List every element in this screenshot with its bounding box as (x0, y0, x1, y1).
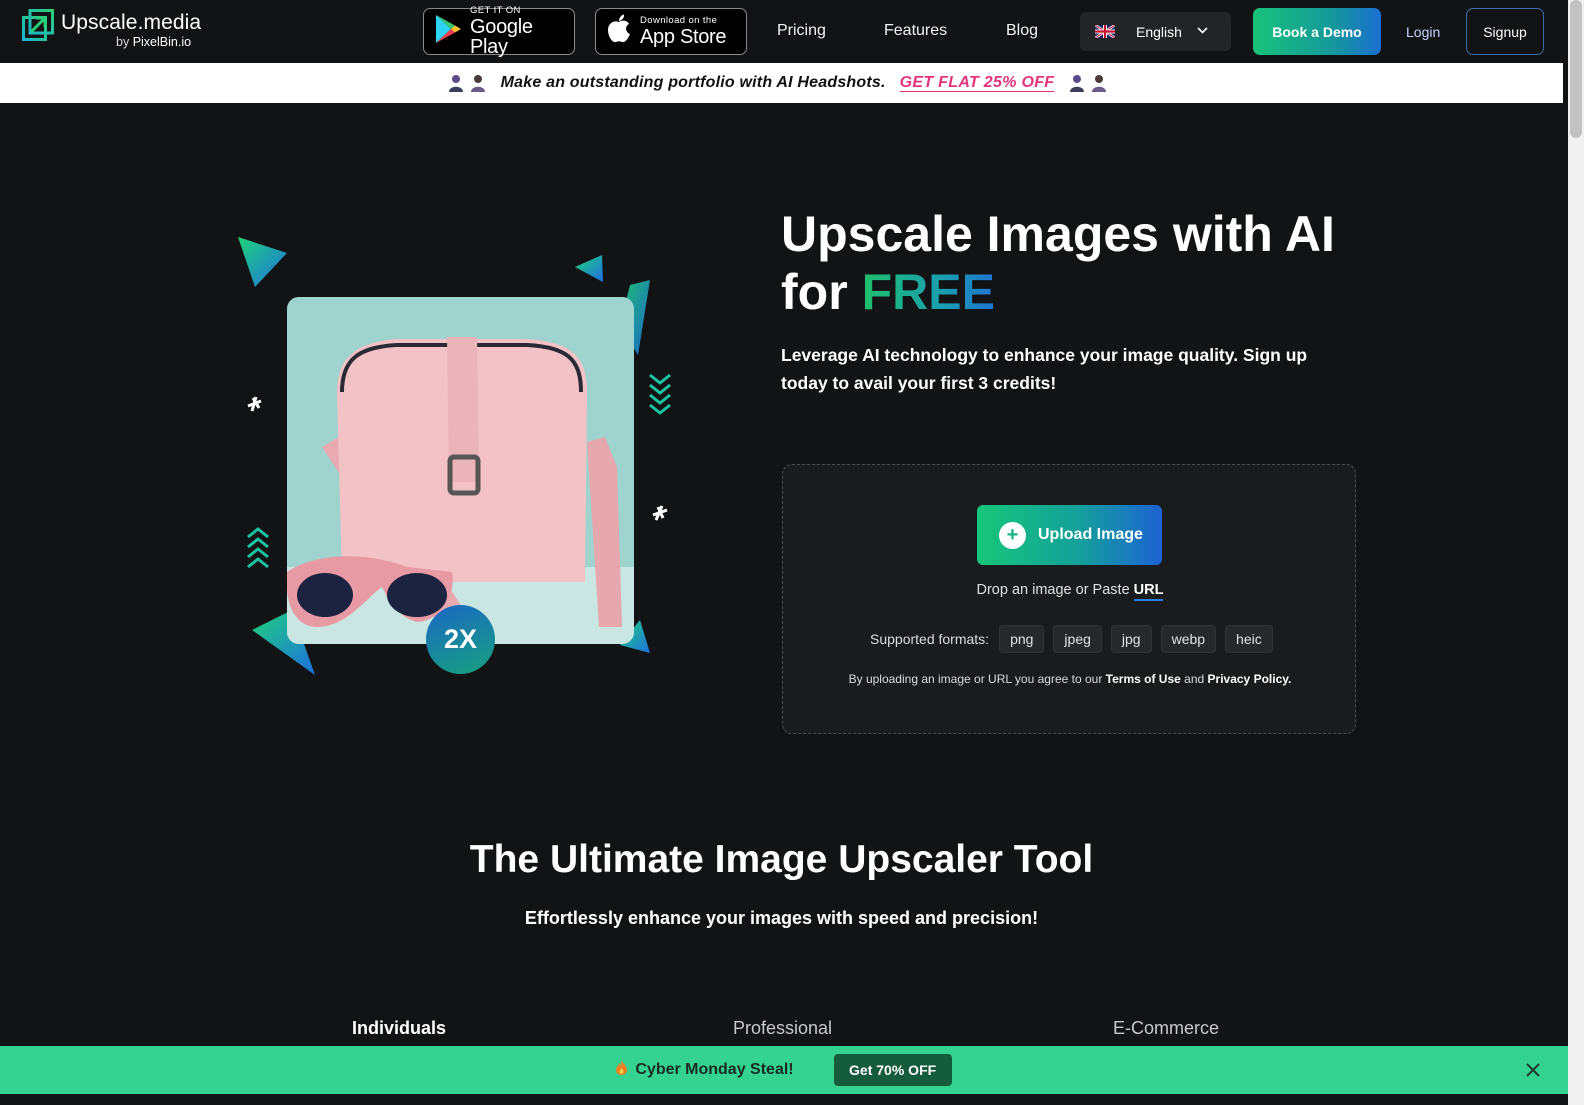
uk-flag-icon (1095, 25, 1115, 38)
hero-subtitle: Leverage AI technology to enhance your i… (781, 345, 1308, 393)
google-play-icon (434, 14, 462, 49)
app-store-small: Download on the (640, 14, 718, 26)
upload-button-label: Upload Image (1038, 526, 1143, 543)
upscale-2x-badge: 2X (426, 605, 495, 674)
logo-name: Upscale.media (61, 11, 202, 34)
language-label: English (1136, 23, 1182, 40)
upload-image-button[interactable]: + Upload Image (977, 505, 1162, 565)
signup-button[interactable]: Signup (1466, 8, 1544, 55)
format-chip: heic (1225, 625, 1273, 653)
close-icon[interactable] (1524, 1061, 1542, 1079)
format-chip: jpg (1110, 625, 1152, 653)
hero-title-free: FREE (861, 264, 995, 320)
upscale-logo-icon (22, 9, 54, 41)
hero-title-line1: Upscale Images with AI (781, 206, 1335, 262)
terms-prefix: By uploading an image or URL you agree t… (848, 672, 1103, 686)
person-icon (1070, 74, 1085, 92)
section-subtitle: Effortlessly enhance your images with sp… (524, 908, 1039, 928)
terms-of-use-link[interactable]: Terms of Use (1106, 672, 1181, 686)
plus-icon: + (999, 521, 1026, 549)
app-store-button[interactable]: Download on the App Store (595, 8, 747, 55)
logo-by-brand: PixelBin.io (132, 35, 192, 49)
promo-text: Make an outstanding portfolio with AI He… (500, 74, 886, 91)
supported-formats: Supported formats: png jpeg jpg webp hei… (870, 625, 1282, 653)
google-play-small: GET IT ON (470, 4, 521, 16)
scrollbar-thumb[interactable] (1570, 0, 1582, 138)
logo-by-prefix: by (116, 35, 130, 49)
login-link[interactable]: Login (1406, 24, 1440, 40)
person-icon (448, 74, 463, 92)
format-chip: jpeg (1053, 625, 1102, 653)
fire-icon (616, 1060, 628, 1080)
tab-professional[interactable]: Professional (733, 1018, 832, 1039)
terms-and: and (1184, 672, 1205, 686)
terms-notice: By uploading an image or URL you agree t… (783, 672, 1357, 686)
paste-url-link[interactable]: URL (1133, 582, 1164, 601)
drop-text: Drop an image or Paste (976, 582, 1130, 598)
get-discount-button[interactable]: Get 70% OFF (833, 1054, 952, 1086)
tab-ecommerce[interactable]: E-Commerce (1113, 1018, 1219, 1039)
tab-individuals[interactable]: Individuals (352, 1018, 446, 1039)
privacy-policy-link[interactable]: Privacy Policy. (1208, 672, 1292, 686)
person-icon (470, 74, 485, 92)
logo-byline: by PixelBin.io (116, 36, 201, 49)
nav-blog[interactable]: Blog (1006, 22, 1038, 40)
sample-image (287, 297, 634, 644)
promo-banner: Make an outstanding portfolio with AI He… (0, 63, 1563, 103)
upload-dropzone[interactable]: + Upload Image Drop an image or Paste UR… (782, 464, 1356, 734)
language-selector[interactable]: English (1080, 12, 1231, 51)
google-play-button[interactable]: GET IT ON Google Play (423, 4, 575, 59)
person-icon (1092, 74, 1107, 92)
chevron-down-icon (1196, 24, 1209, 40)
book-demo-button[interactable]: Book a Demo (1253, 8, 1381, 55)
hero-title: Upscale Images with AI for FREE (781, 205, 1401, 321)
google-play-big: Google Play (470, 16, 533, 59)
sale-text: Cyber Monday Steal! (635, 1061, 794, 1078)
nav-features[interactable]: Features (884, 22, 947, 40)
apple-icon (606, 14, 632, 49)
promo-link[interactable]: GET FLAT 25% OFF (900, 74, 1055, 92)
drop-hint: Drop an image or Paste URL (783, 582, 1357, 601)
page-scrollbar[interactable] (1568, 0, 1584, 1105)
hero-illustration: 2X (230, 225, 680, 685)
hero-title-for: for (781, 264, 848, 320)
nav-pricing[interactable]: Pricing (777, 22, 826, 40)
format-chip: webp (1160, 625, 1217, 653)
brand-logo[interactable]: Upscale.media by PixelBin.io (22, 8, 201, 49)
top-navbar: Upscale.media by PixelBin.io GET IT ON G… (0, 0, 1568, 63)
sale-banner: Cyber Monday Steal! Get 70% OFF (0, 1046, 1568, 1094)
formats-label: Supported formats: (870, 631, 990, 647)
app-store-big: App Store (640, 26, 727, 49)
format-chip: png (999, 625, 1045, 653)
section-title: The Ultimate Image Upscaler Tool (469, 838, 1094, 881)
